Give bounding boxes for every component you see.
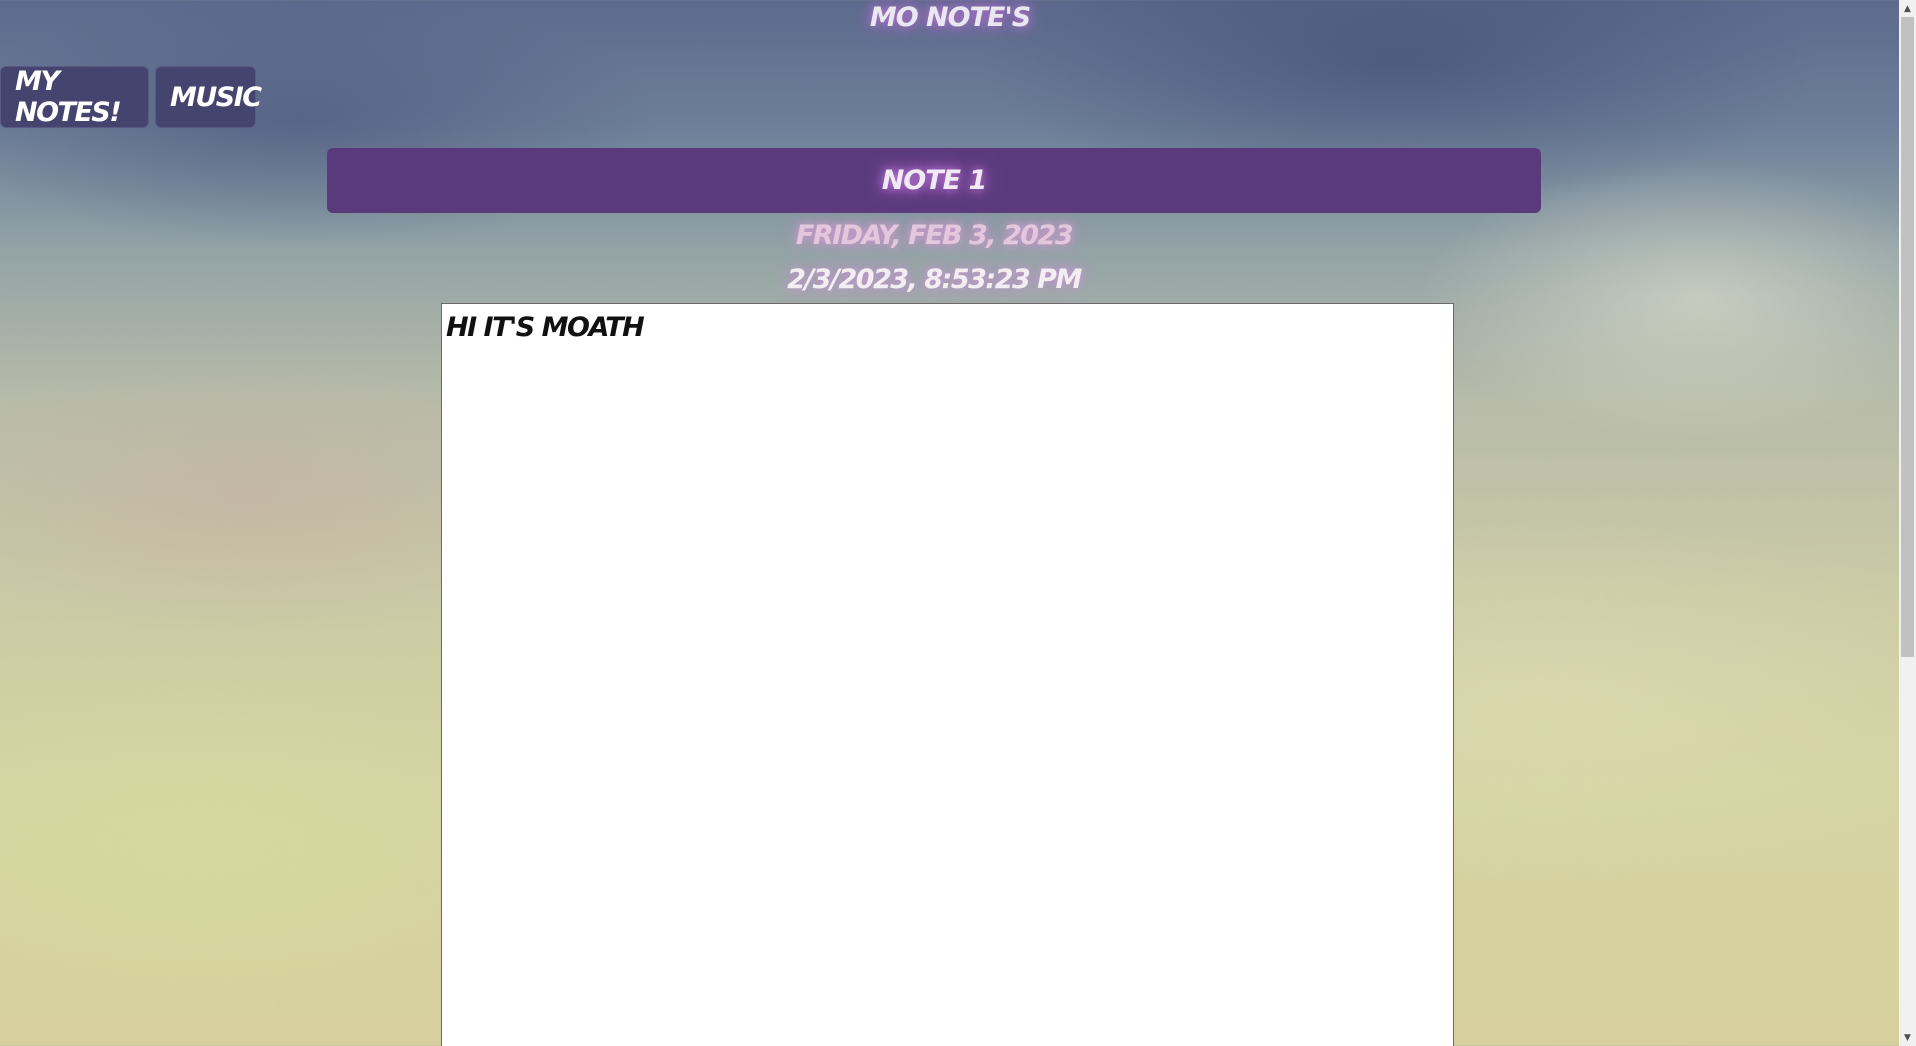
page-scrollbar[interactable]: ▲ ▼ — [1899, 0, 1916, 1046]
note-date: Friday, Feb 3, 2023 — [795, 220, 1074, 251]
my-notes-button[interactable]: My Notes! — [0, 66, 149, 128]
note-timestamp: 2/3/2023, 8:53:23 PM — [787, 264, 1082, 295]
note-body-textarea[interactable]: hi it's moath — [441, 303, 1454, 1046]
scroll-up-arrow-icon[interactable]: ▲ — [1899, 0, 1916, 17]
scroll-down-arrow-icon[interactable]: ▼ — [1899, 1029, 1916, 1046]
note-title[interactable]: Note 1 — [327, 148, 1541, 213]
scrollbar-thumb[interactable] — [1901, 17, 1914, 657]
music-button[interactable]: Music — [155, 66, 262, 128]
top-nav: My Notes! Music — [0, 66, 262, 128]
page-title: Mo Note's — [869, 2, 1031, 33]
